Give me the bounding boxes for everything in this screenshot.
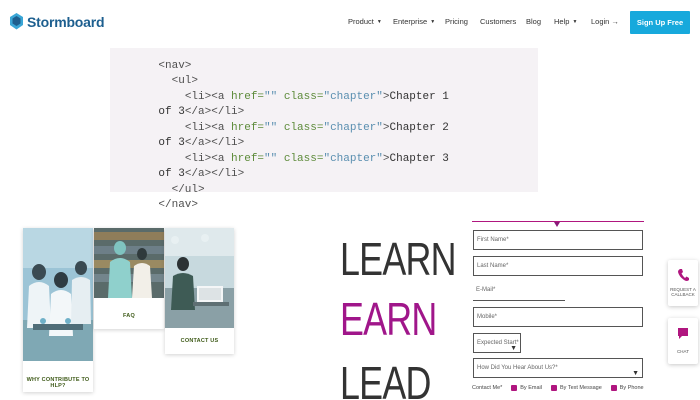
phone-icon [678,269,689,281]
code-line: <li><a href="" class="chapter">Chapter 3 [184,153,449,165]
first-name-field[interactable]: First Name* [473,230,643,250]
request-callback-label: REQUEST A CALLBACK [670,287,696,297]
slogan-lead: LEAD [340,357,431,400]
contact-preference-row: Contact Me* By Email By Text Message By … [472,385,644,391]
nav-item-product[interactable]: Product ▼ [348,17,382,26]
chat-icon [678,328,688,339]
library-image [94,228,164,298]
chevron-down-icon: ▼ [376,19,382,25]
nav-item-label: Enterprise [393,17,428,26]
by-phone-checkbox[interactable] [610,385,617,391]
chevron-down-icon: ▼ [572,19,578,25]
nav-item-label: Pricing [445,17,468,26]
signup-button[interactable]: Sign Up Free [630,11,690,34]
slogan-earn: EARN [340,293,437,345]
faq-caption: FAQ [123,313,135,319]
contact-me-label: Contact Me* [472,385,503,391]
by-email-label: By Email [520,385,542,391]
email-field[interactable]: E-Mail* [473,281,565,301]
nav-item-label: Login → [591,17,619,26]
heard-about-label: How Did You Hear About Us?* [477,365,558,371]
nav-item-pricing[interactable]: Pricing [445,17,468,26]
code-line: </nav> [158,199,199,211]
why-contribute-caption: WHY CONTRIBUTE TO HLP? [26,377,90,389]
chat-widget[interactable]: CHAT [668,318,698,364]
by-phone-label: By Phone [619,385,644,391]
heard-about-select[interactable]: How Did You Hear About Us?* ▼ [473,358,643,378]
nav-item-customers[interactable]: Customers [480,17,516,26]
main-nav: Product ▼ Enterprise ▼ Pricing Customers B… [0,17,700,29]
site-header: Stormboard Product ▼ Enterprise ▼ Pricing … [0,0,700,44]
office-image [165,228,234,328]
nav-item-label: Product [348,17,374,26]
dropdown-arrow-icon: ▼ [510,345,517,352]
code-line: <li><a href="" class="chapter">Chapter 2 [184,122,449,134]
code-line: </ul> [171,184,205,196]
code-line: of 3</a></li> [158,106,245,118]
code-snippet: <nav> <ul> <li><a href="" class="chapter… [110,48,538,211]
code-line: of 3</a></li> [158,137,245,149]
faq-card[interactable]: FAQ [94,228,164,329]
nav-item-help[interactable]: Help ▼ [554,17,577,26]
mobile-field[interactable]: Mobile* [473,307,643,327]
last-name-field[interactable]: Last Name* [473,256,643,276]
slogan-learn: LEARN [340,233,457,285]
feature-collage: WHY CONTRIBUTE TO HLP? FAQ CONTACT US [18,222,240,400]
by-text-checkbox[interactable] [550,385,557,391]
why-contribute-card[interactable]: WHY CONTRIBUTE TO HLP? [23,228,93,392]
info-request-form: First Name* Last Name* E-Mail* Mobile* E… [472,215,644,400]
expected-start-select[interactable]: Expected Start* ▼ [473,333,521,353]
chat-label: CHAT [677,349,689,354]
request-callback-widget[interactable]: REQUEST A CALLBACK [668,260,698,306]
by-text-label: By Text Message [559,385,602,391]
code-line: <ul> [171,75,199,87]
nav-item-label: Blog [526,17,542,26]
contact-us-card[interactable]: CONTACT US [165,228,234,354]
nav-item-blog[interactable]: Blog [526,17,541,26]
code-line: <li><a href="" class="chapter">Chapter 1 [184,91,449,103]
nav-item-label: Help [554,17,570,26]
nav-item-enterprise[interactable]: Enterprise ▼ [393,17,435,26]
caret-down-icon [554,222,560,227]
nav-item-label: Customers [480,17,517,26]
by-email-checkbox[interactable] [511,385,518,391]
contact-us-caption: CONTACT US [180,338,219,344]
nav-item-login[interactable]: Login → [591,17,619,26]
lab-workers-image [23,228,93,361]
chevron-down-icon: ▼ [430,19,436,25]
code-line: <nav> [158,60,192,72]
dropdown-arrow-icon: ▼ [632,370,639,377]
code-line: of 3</a></li> [158,168,245,180]
